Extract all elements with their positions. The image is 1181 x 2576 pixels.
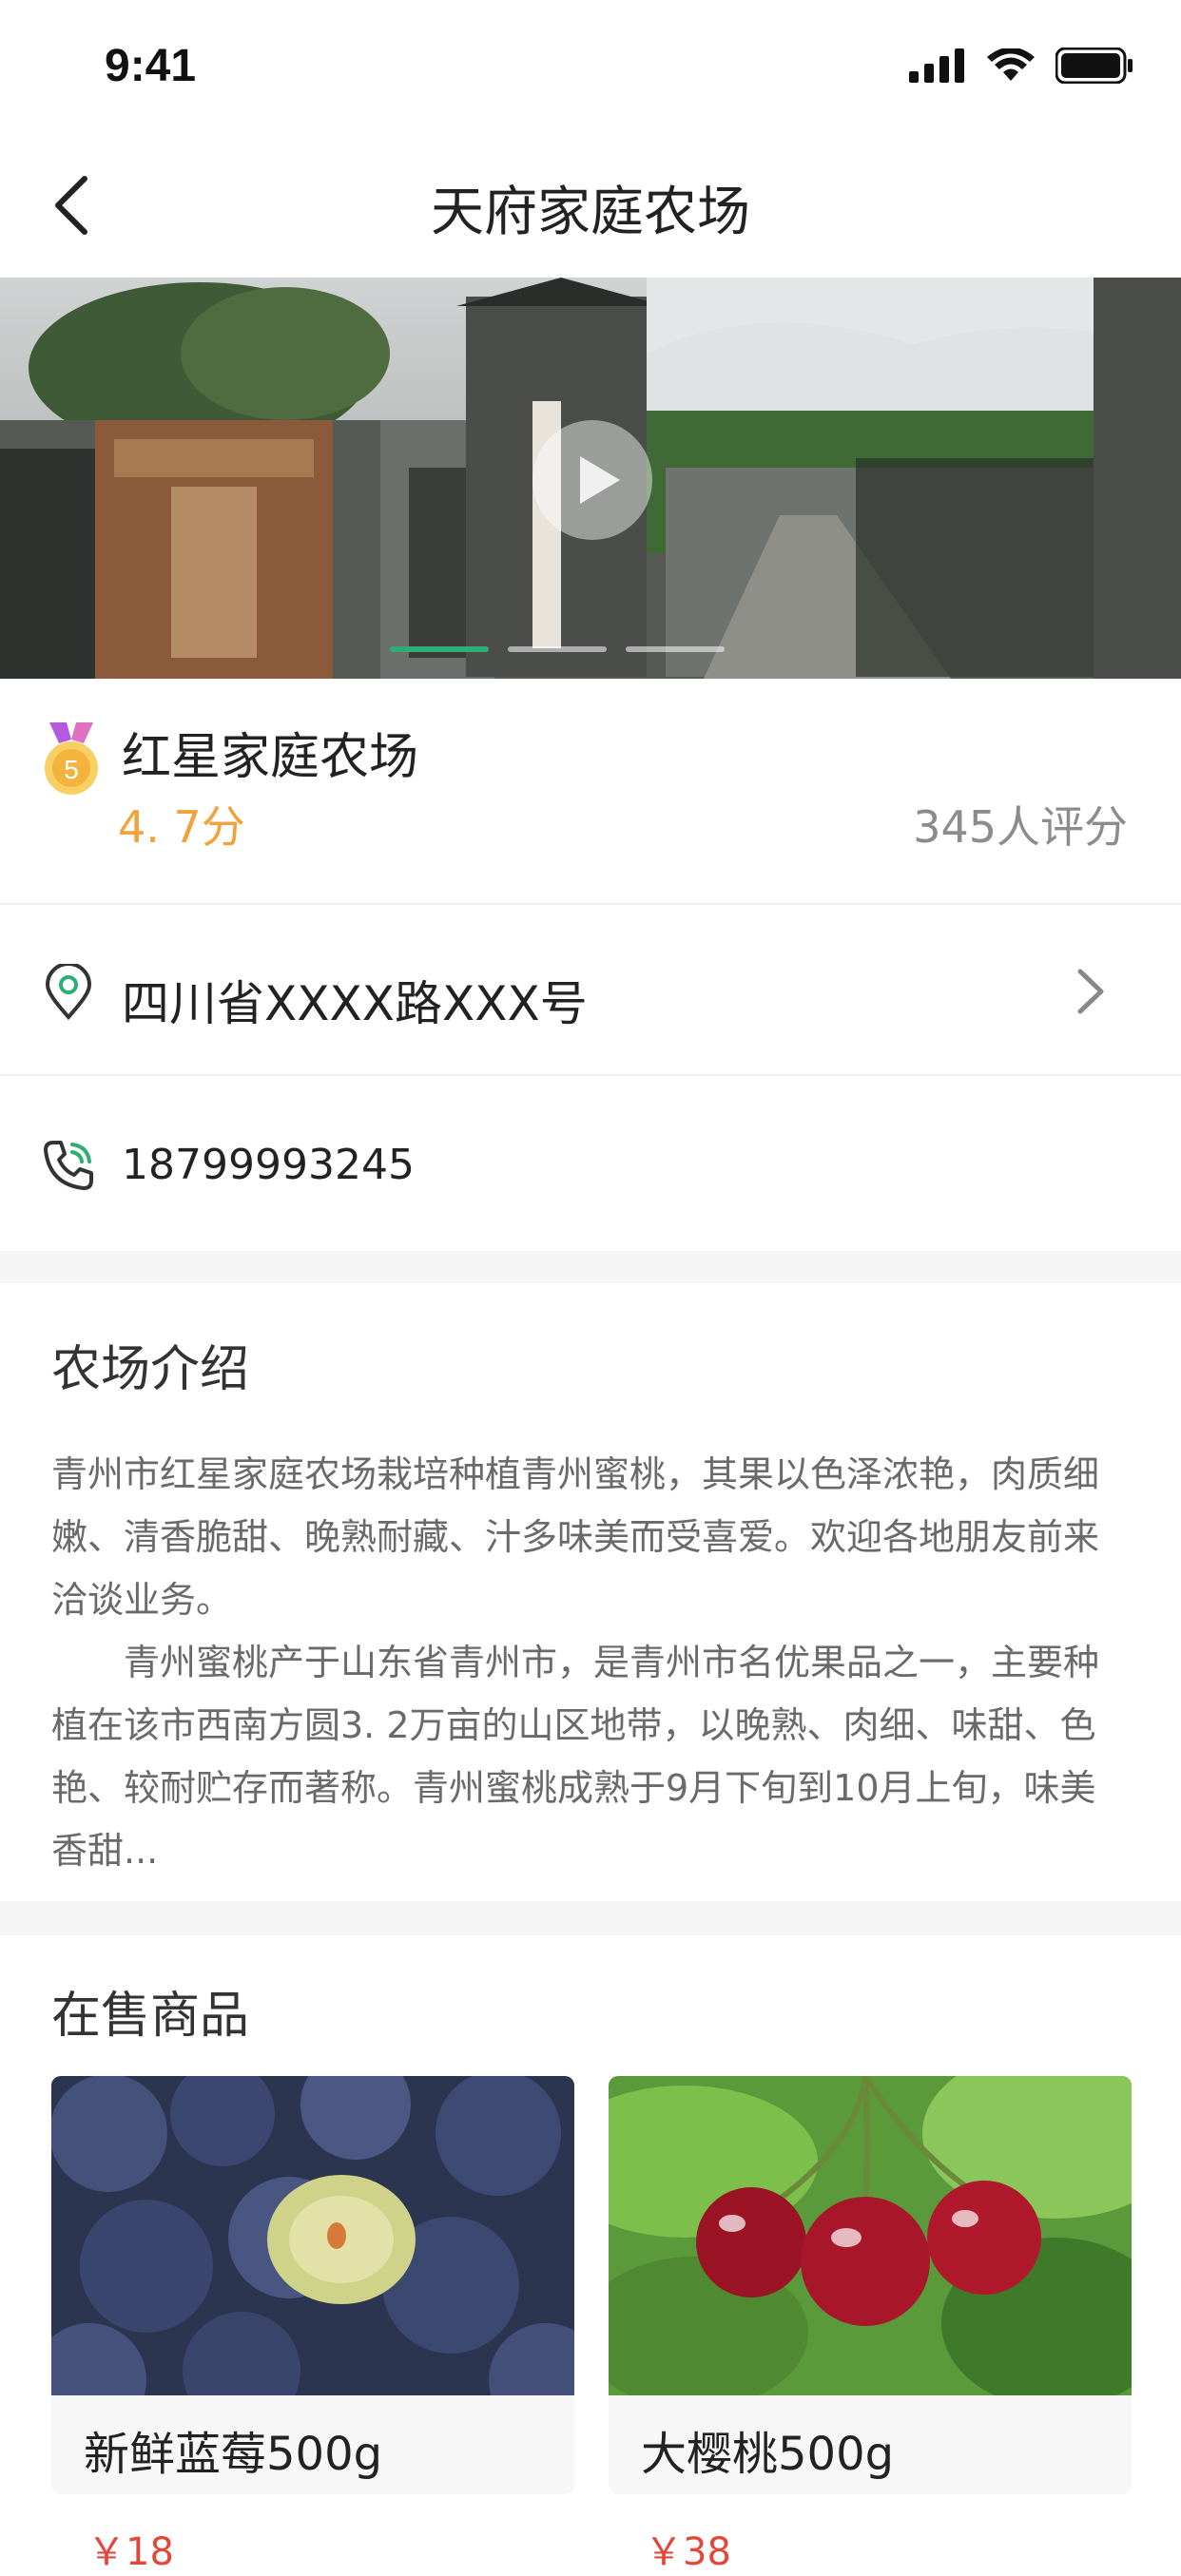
product-price: ￥18 [87, 2530, 174, 2574]
phone-row[interactable]: 18799993245 [0, 1076, 1181, 1251]
blueberry-image [51, 2076, 574, 2437]
product-name: 大樱桃500g [641, 2428, 895, 2481]
products-section: 在售商品 新鲜蓝莓500g ￥18 大樱桃500g ￥38 [0, 1935, 1181, 2574]
carousel-dot[interactable] [390, 646, 489, 652]
status-time: 9:41 [105, 41, 197, 91]
play-icon[interactable] [532, 420, 652, 540]
farm-name: 红星家庭农场 [122, 729, 419, 786]
signal-icon [909, 48, 964, 83]
chevron-right-icon [1077, 969, 1104, 1014]
cherry-image [609, 2076, 1132, 2409]
status-icons [909, 48, 1133, 84]
page-title: 天府家庭农场 [431, 182, 750, 243]
medal-level: 5 [64, 755, 79, 784]
review-count[interactable]: 345人评分 [913, 793, 1128, 855]
banner-carousel[interactable] [0, 278, 1181, 679]
section-gap [0, 1251, 1181, 1283]
nav-bar: 天府家庭农场 [0, 133, 1181, 276]
intro-text: 青州市红星家庭农场栽培种植青州蜜桃，其果以色泽浓艳，肉质细嫩、清香脆甜、晚熟耐藏… [51, 1443, 1130, 1882]
product-card[interactable]: 新鲜蓝莓500g [51, 2076, 574, 2494]
section-gap [0, 1901, 1181, 1935]
carousel-dot[interactable] [626, 646, 725, 652]
farm-header: 5 红星家庭农场 4. 7分 345人评分 [0, 679, 1181, 903]
battery-icon [1055, 48, 1133, 84]
product-name: 新鲜蓝莓500g [84, 2428, 383, 2481]
phone-icon [44, 1141, 93, 1190]
product-price: ￥38 [645, 2530, 731, 2574]
location-pin-icon [45, 964, 92, 1021]
products-title: 在售商品 [51, 1988, 250, 2045]
carousel-dot[interactable] [508, 646, 607, 652]
intro-paragraph: 青州市红星家庭农场栽培种植青州蜜桃，其果以色泽浓艳，肉质细嫩、清香脆甜、晚熟耐藏… [51, 1453, 1100, 1621]
farm-rating: 4. 7分 [118, 801, 245, 853]
intro-paragraph: 青州蜜桃产于山东省青州市，是青州市名优果品之一，主要种植在该市西南方圆3. 2万… [51, 1642, 1100, 1872]
phone-number[interactable]: 18799993245 [122, 1141, 415, 1189]
address-row[interactable]: 四川省XXXX路XXX号 [0, 905, 1181, 1074]
wifi-icon [987, 48, 1035, 81]
intro-section: 农场介绍 青州市红星家庭农场栽培种植青州蜜桃，其果以色泽浓艳，肉质细嫩、清香脆甜… [0, 1283, 1181, 1901]
medal-icon: 5 [45, 722, 98, 795]
address-text: 四川省XXXX路XXX号 [122, 976, 588, 1031]
carousel-indicator [390, 646, 725, 652]
product-card[interactable]: 大樱桃500g [609, 2076, 1132, 2494]
intro-title: 农场介绍 [51, 1341, 250, 1398]
status-bar: 9:41 [0, 0, 1181, 133]
